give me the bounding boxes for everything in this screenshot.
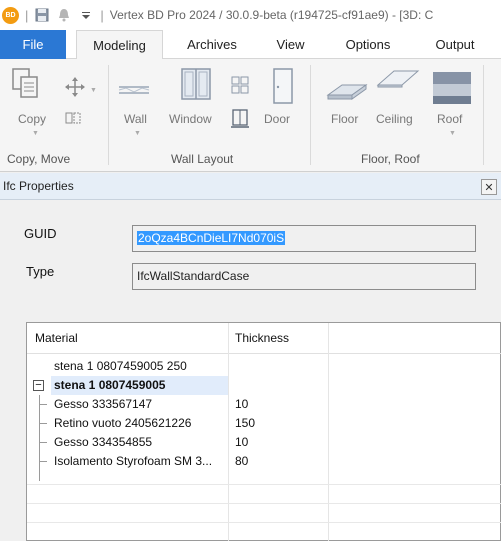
material-cell: Gesso 333567147 — [54, 397, 153, 411]
table-row-group[interactable]: − stena 1 0807459005 — [27, 376, 501, 395]
table-row[interactable]: Isolamento Styrofoam SM 3... 80 — [27, 452, 501, 471]
thickness-cell: 10 — [235, 435, 249, 449]
copy-label: Copy — [18, 112, 47, 126]
floor-button[interactable] — [326, 77, 368, 107]
move-arrows-icon — [65, 77, 85, 97]
material-cell: Retino vuoto 2405621226 — [54, 416, 192, 430]
door-label: Door — [264, 112, 291, 126]
title-separator-2: | — [100, 7, 104, 23]
thickness-cell: 150 — [235, 416, 256, 430]
roof-button[interactable] — [432, 71, 472, 105]
column-header-thickness[interactable]: Thickness — [229, 323, 329, 354]
type-value: IfcWallStandardCase — [137, 269, 250, 283]
tab-modeling[interactable]: Modeling — [76, 30, 163, 60]
ifc-properties-header: Ifc Properties ✕ — [0, 173, 501, 200]
collapse-icon[interactable]: − — [33, 380, 44, 391]
group-floor-roof: Floor, Roof — [361, 152, 420, 166]
wall-label: Wall — [124, 112, 147, 126]
material-cell: stena 1 0807459005 250 — [54, 359, 187, 373]
window-title: Vertex BD Pro 2024 / 30.0.9-beta (r19472… — [109, 8, 434, 22]
window-variant-icon — [231, 109, 249, 128]
roof-caret-icon[interactable]: ▼ — [449, 130, 456, 137]
wall-icon — [118, 86, 150, 94]
thickness-cell — [235, 376, 325, 395]
wall-button[interactable] — [118, 71, 150, 105]
menu-bar: File Modeling Archives View Options Outp… — [0, 30, 501, 60]
notification-bell-icon[interactable] — [56, 7, 72, 23]
app-logo[interactable]: BD — [2, 6, 19, 24]
window-button[interactable] — [179, 67, 213, 105]
ceiling-label: Ceiling — [376, 112, 413, 126]
table-header: Material Thickness — [27, 323, 501, 354]
window-grid-icon — [231, 76, 249, 94]
app-logo-text: BD — [5, 11, 16, 19]
title-bar: BD | | Vertex BD Pro 2024 / 30.0.9-beta … — [0, 0, 501, 30]
title-separator: | — [25, 7, 29, 23]
table-row[interactable]: Gesso 334354855 10 — [27, 433, 501, 452]
table-row[interactable]: Gesso 333567147 10 — [27, 395, 501, 414]
ribbon: Copy ▼ ▼ Copy, Move Wall ▼ Window Door W… — [0, 59, 501, 172]
type-field[interactable]: IfcWallStandardCase — [132, 263, 476, 290]
thickness-cell — [235, 357, 325, 376]
thickness-cell: 80 — [235, 454, 249, 468]
tab-archives[interactable]: Archives — [173, 30, 251, 59]
tab-options[interactable]: Options — [330, 30, 406, 59]
group-copy-move: Copy, Move — [7, 152, 71, 166]
row-separator — [27, 522, 501, 523]
ceiling-icon — [376, 70, 420, 88]
wall-caret-icon[interactable]: ▼ — [134, 130, 141, 137]
door-icon — [273, 68, 293, 104]
roof-label: Roof — [437, 112, 463, 126]
row-separator — [27, 503, 501, 504]
type-label: Type — [26, 264, 55, 279]
material-table[interactable]: Material Thickness stena 1 0807459005 25… — [26, 322, 501, 541]
save-icon[interactable] — [34, 7, 50, 23]
ceiling-button[interactable] — [376, 67, 420, 97]
group-separator-3 — [483, 65, 484, 165]
window-icon — [181, 68, 211, 100]
door-button[interactable] — [271, 67, 295, 107]
window-label: Window — [169, 112, 212, 126]
close-icon[interactable]: ✕ — [481, 179, 497, 195]
tab-output[interactable]: Output — [418, 30, 492, 59]
guid-value: 2oQza4BCnDieLI7Nd070iS — [137, 231, 286, 245]
window-variant-button[interactable] — [229, 109, 251, 131]
copy-icon — [12, 68, 38, 98]
tab-file[interactable]: File — [0, 30, 66, 59]
table-row[interactable]: stena 1 0807459005 250 — [27, 357, 501, 376]
roof-icon — [433, 72, 471, 104]
column-header-material[interactable]: Material — [29, 323, 229, 354]
move-caret-icon[interactable]: ▼ — [90, 87, 97, 94]
thickness-cell: 10 — [235, 397, 249, 411]
tab-view[interactable]: View — [263, 30, 318, 59]
move-button[interactable] — [62, 76, 88, 102]
floor-icon — [326, 84, 368, 100]
grid-window-button[interactable] — [229, 76, 251, 98]
mirror-button[interactable] — [64, 112, 82, 130]
group-wall-layout: Wall Layout — [171, 152, 234, 166]
quick-access-dropdown-icon[interactable] — [78, 7, 94, 23]
panel-title: Ifc Properties — [3, 179, 74, 193]
table-row[interactable]: Retino vuoto 2405621226 150 — [27, 414, 501, 433]
material-cell: Gesso 334354855 — [54, 435, 153, 449]
group-separator — [108, 65, 109, 165]
guid-label: GUID — [24, 226, 57, 241]
row-separator — [27, 484, 501, 485]
floor-label: Floor — [331, 112, 359, 126]
copy-button[interactable] — [6, 67, 46, 137]
guid-field[interactable]: 2oQza4BCnDieLI7Nd070iS — [132, 225, 476, 252]
material-cell: stena 1 0807459005 — [54, 378, 166, 392]
copy-caret-icon[interactable]: ▼ — [32, 130, 39, 137]
material-cell: Isolamento Styrofoam SM 3... — [54, 454, 213, 468]
group-separator-2 — [310, 65, 311, 165]
mirror-icon — [65, 112, 81, 124]
